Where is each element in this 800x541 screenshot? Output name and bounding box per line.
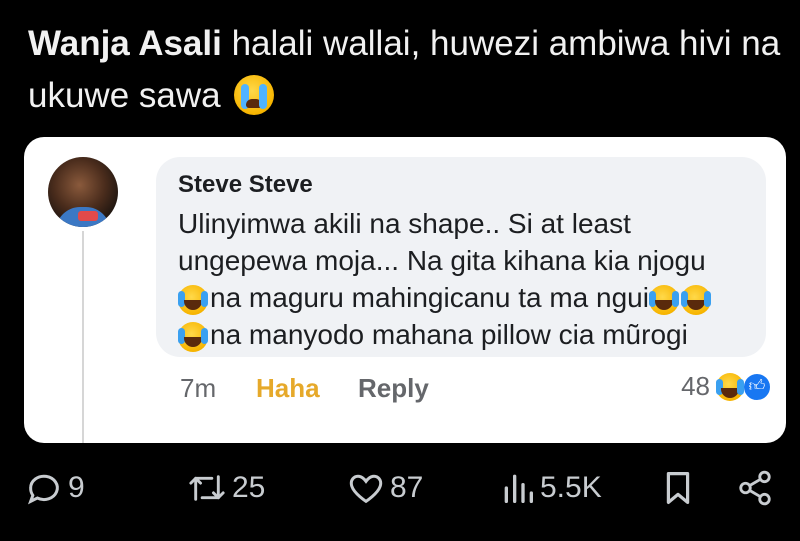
repost-count: 25	[232, 471, 266, 504]
tweet-action-bar: 9 25 87 5.5K	[0, 468, 800, 520]
view-count: 5.5K	[540, 471, 602, 504]
share-icon	[739, 470, 771, 506]
comment-line-4: na manyodo mahana pillow cia mũrogi	[178, 316, 768, 353]
haha-button: Haha	[256, 373, 320, 403]
repost-action[interactable]: 25	[186, 468, 265, 508]
commenter-name: Steve Steve	[178, 171, 313, 198]
laughing-face-icon	[680, 284, 711, 315]
avatar	[48, 157, 118, 227]
like-count: 87	[390, 471, 424, 504]
bookmark-action[interactable]	[662, 468, 694, 508]
comment-icon	[27, 474, 59, 505]
share-action[interactable]	[736, 468, 774, 508]
thread-line	[82, 231, 84, 443]
facebook-comment-screenshot[interactable]: Steve Steve Ulinyimwa akili na shape.. S…	[24, 137, 786, 443]
repost-icon	[189, 475, 225, 501]
tweet-author[interactable]: Wanja Asali	[28, 24, 222, 63]
comment-bubble: Steve Steve Ulinyimwa akili na shape.. S…	[156, 157, 766, 357]
reply-count: 9	[68, 471, 85, 504]
like-icon: 👍︎	[742, 371, 772, 402]
reply-button: Reply	[358, 373, 429, 403]
like-action[interactable]: 87	[346, 468, 423, 508]
reaction-summary: 48 👍︎	[681, 371, 772, 402]
comment-line-2: ungepewa moja... Na gita kihana kia njog…	[178, 245, 706, 276]
analytics-icon	[504, 474, 533, 503]
crying-face-icon	[234, 74, 275, 115]
laughing-face-icon	[716, 372, 744, 401]
reaction-count: 48	[681, 371, 710, 401]
comment-line-3: na maguru mahingicanu ta ma ngui	[178, 279, 768, 316]
laughing-face-icon	[648, 284, 679, 315]
tweet-text: Wanja Asali halali wallai, huwezi ambiwa…	[28, 18, 788, 122]
comment-line-1: Ulinyimwa akili na shape.. Si at least	[178, 208, 631, 239]
comment-time: 7m	[180, 373, 217, 403]
bookmark-icon	[666, 472, 690, 505]
laughing-face-icon	[178, 284, 208, 315]
reply-action[interactable]: 9	[24, 468, 85, 508]
comment-text: Ulinyimwa akili na shape.. Si at least u…	[178, 205, 768, 353]
heart-icon	[349, 474, 383, 504]
views-action[interactable]: 5.5K	[500, 468, 602, 508]
laughing-face-icon	[178, 321, 208, 352]
